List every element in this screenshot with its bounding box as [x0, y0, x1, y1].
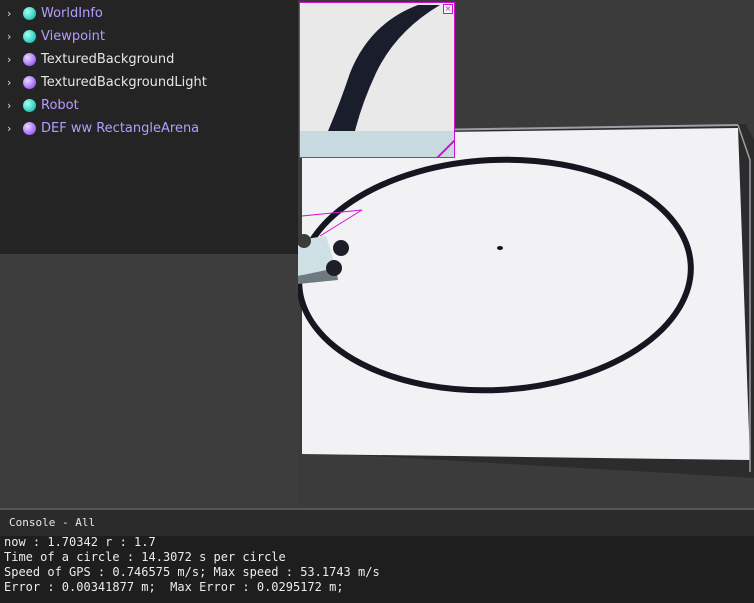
tree-item-label: WorldInfo	[41, 6, 103, 21]
chevron-right-icon[interactable]: ›	[7, 54, 15, 66]
tree-item-worldinfo[interactable]: › WorldInfo	[0, 3, 298, 25]
tree-item-label: TexturedBackground	[41, 52, 175, 67]
tree-item-label: TexturedBackgroundLight	[41, 75, 207, 90]
node-icon	[23, 99, 36, 112]
tree-item-textured-background[interactable]: › TexturedBackground	[0, 49, 298, 71]
node-icon	[23, 30, 36, 43]
close-icon[interactable]: ×	[443, 4, 453, 14]
proto-icon	[23, 53, 36, 66]
console-line: Error : 0.00341877 m; Max Error : 0.0295…	[4, 580, 344, 594]
proto-icon	[23, 76, 36, 89]
tree-item-robot[interactable]: › Robot	[0, 95, 298, 117]
console-panel: Console - All now : 1.70342 r : 1.7 Time…	[0, 508, 754, 603]
chevron-right-icon[interactable]: ›	[7, 31, 15, 43]
chevron-right-icon[interactable]: ›	[7, 100, 15, 112]
node-icon	[23, 7, 36, 20]
chevron-right-icon[interactable]: ›	[7, 123, 15, 135]
console-line: Speed of GPS : 0.746575 m/s; Max speed :…	[4, 565, 380, 579]
tree-item-viewpoint[interactable]: › Viewpoint	[0, 26, 298, 48]
console-line: now : 1.70342 r : 1.7	[4, 535, 156, 549]
console-title: Console - All	[9, 516, 96, 529]
chevron-right-icon[interactable]: ›	[7, 8, 15, 20]
tree-item-label: Robot	[41, 98, 79, 113]
proto-icon	[23, 122, 36, 135]
field-editor-panel	[0, 254, 298, 508]
tree-item-textured-background-light[interactable]: › TexturedBackgroundLight	[0, 72, 298, 94]
tree-item-label: DEF ww RectangleArena	[41, 121, 200, 136]
tree-item-label: Viewpoint	[41, 29, 106, 44]
camera-overlay[interactable]: ×	[299, 2, 455, 158]
center-marker	[497, 246, 503, 250]
chevron-right-icon[interactable]: ›	[7, 77, 15, 89]
camera-image	[300, 3, 454, 157]
scene-tree: › WorldInfo › Viewpoint › TexturedBackgr…	[0, 0, 298, 254]
tree-item-rectangle-arena[interactable]: › DEF ww RectangleArena	[0, 118, 298, 140]
console-header: Console - All	[0, 508, 754, 536]
console-line: Time of a circle : 14.3072 s per circle	[4, 550, 286, 564]
